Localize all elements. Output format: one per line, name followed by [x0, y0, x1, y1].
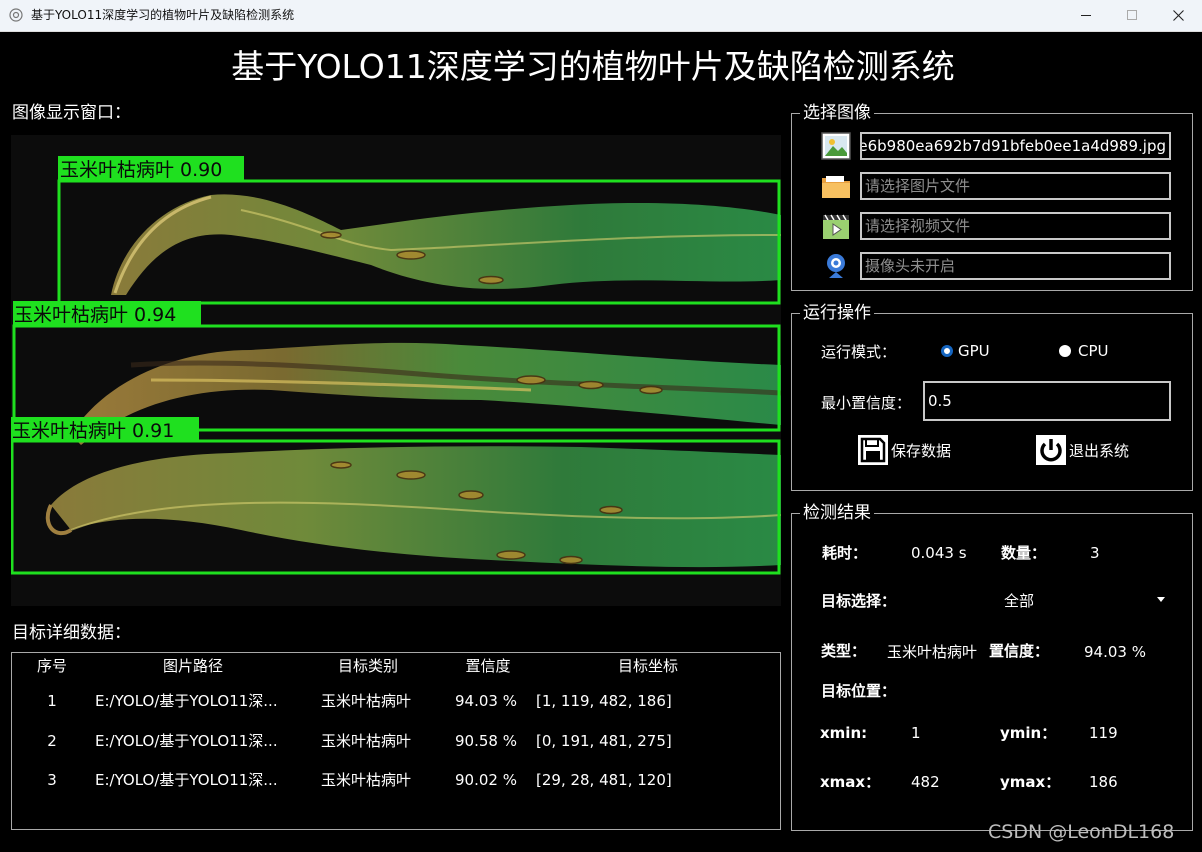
image-panel-label: 图像显示窗口： [12, 103, 131, 123]
confidence-value: 94.03 % [1084, 643, 1146, 661]
time-label: 耗时： [822, 544, 868, 562]
maximize-button[interactable] [1109, 0, 1155, 31]
window-titlebar: 基于YOLO11深度学习的植物叶片及缺陷检测系统 [0, 0, 1202, 32]
table-cell-class: 玉米叶枯病叶 [320, 692, 412, 710]
save-data-label: 保存数据 [891, 441, 952, 460]
detection-label-3: 玉米叶枯病叶 0.91 [12, 420, 174, 442]
window-title: 基于YOLO11深度学习的植物叶片及缺陷检测系统 [31, 8, 295, 22]
table-cell-index: 1 [47, 692, 57, 710]
table-cell-class: 玉米叶枯病叶 [320, 771, 412, 789]
exit-system-label: 退出系统 [1069, 441, 1130, 460]
xmin-label: xmin: [820, 724, 868, 742]
cpu-radio[interactable] [1059, 345, 1071, 357]
table-header-coords: 目标坐标 [617, 657, 679, 675]
page-title: 基于YOLO11深度学习的植物叶片及缺陷检测系统 [231, 47, 955, 86]
run-mode-label: 运行模式： [821, 343, 897, 361]
table-cell-index: 2 [47, 732, 57, 750]
exit-system-button[interactable]: 退出系统 [1035, 434, 1129, 466]
watermark: CSDN @LeonDL168 [988, 821, 1175, 843]
video-icon[interactable] [821, 211, 851, 241]
leaf-1 [111, 194, 781, 295]
table-header-class: 目标类别 [337, 657, 399, 675]
target-select-label: 目标选择： [821, 592, 897, 610]
table-header-confidence: 置信度 [465, 657, 511, 675]
table-cell-coords: [29, 28, 481, 120] [536, 771, 672, 789]
table-cell-confidence: 90.58 % [455, 732, 517, 750]
xmax-label: xmax： [820, 773, 881, 791]
ymax-value: 186 [1089, 773, 1118, 791]
minimize-button[interactable] [1063, 0, 1109, 31]
time-value: 0.043 s [911, 544, 967, 562]
run-ops-title: 运行操作 [800, 303, 874, 323]
table-cell-coords: [0, 191, 481, 275] [536, 732, 672, 750]
table-cell-coords: [1, 119, 482, 186] [536, 692, 672, 710]
table-header-path: 图片路径 [162, 657, 224, 675]
confidence-label: 置信度： [989, 642, 1050, 660]
table-header-index: 序号 [36, 657, 68, 675]
result-title: 检测结果 [800, 503, 874, 523]
save-data-button[interactable]: 保存数据 [857, 434, 951, 466]
gpu-radio[interactable] [941, 345, 953, 357]
type-value: 玉米叶枯病叶 [887, 643, 978, 661]
camera-field[interactable]: 摄像头未开启 [860, 252, 1171, 280]
image-folder-field[interactable]: 请选择图片文件 [860, 172, 1171, 200]
close-button[interactable] [1155, 0, 1201, 31]
folder-icon[interactable] [821, 171, 851, 201]
target-select[interactable]: 全部 [1004, 592, 1034, 610]
xmin-value: 1 [911, 724, 921, 742]
count-label: 数量： [1001, 544, 1047, 562]
table-cell-class: 玉米叶枯病叶 [320, 732, 412, 750]
table-cell-path: E:/YOLO/基于YOLO11深... [95, 732, 278, 750]
table-cell-index: 3 [47, 771, 57, 789]
video-file-field[interactable]: 请选择视频文件 [860, 212, 1171, 240]
ymax-label: ymax： [1000, 773, 1061, 791]
image-file-field[interactable]: 2e6b980ea692b7d91bfeb0ee1a4d989.jpg [860, 132, 1171, 160]
image-display: 玉米叶枯病叶 0.90 玉米叶枯病叶 0.94 玉米叶枯病叶 0.91 [11, 135, 781, 606]
detection-label-1: 玉米叶枯病叶 0.90 [60, 159, 222, 181]
count-value: 3 [1090, 544, 1100, 562]
detection-label-2: 玉米叶枯病叶 0.94 [14, 304, 176, 326]
app-icon [9, 8, 23, 22]
table-cell-path: E:/YOLO/基于YOLO11深... [95, 771, 278, 789]
camera-icon[interactable] [821, 251, 851, 281]
close-icon [1172, 10, 1184, 21]
ymin-label: ymin： [1000, 724, 1057, 742]
table-cell-confidence: 94.03 % [455, 692, 517, 710]
xmax-value: 482 [911, 773, 940, 791]
cpu-radio-label[interactable]: CPU [1078, 342, 1109, 360]
result-table[interactable]: 序号 图片路径 目标类别 置信度 目标坐标 1 E:/YOLO/基于YOLO11… [11, 652, 781, 830]
min-confidence-label: 最小置信度： [821, 394, 912, 412]
ymin-value: 119 [1089, 724, 1118, 742]
minimize-icon [1080, 15, 1091, 16]
power-icon [1036, 435, 1066, 465]
leaf-image: 玉米叶枯病叶 0.90 玉米叶枯病叶 0.94 玉米叶枯病叶 0.91 [11, 156, 781, 575]
table-cell-confidence: 90.02 % [455, 771, 517, 789]
min-confidence-input[interactable]: 0.5 [923, 381, 1171, 421]
target-position-label: 目标位置： [821, 682, 897, 700]
table-label: 目标详细数据： [12, 623, 131, 643]
chevron-down-icon[interactable] [1157, 597, 1165, 602]
image-file-icon[interactable] [821, 131, 851, 161]
save-icon [858, 435, 888, 465]
type-label: 类型： [821, 642, 867, 660]
maximize-icon [1126, 10, 1137, 20]
gpu-radio-label[interactable]: GPU [958, 342, 990, 360]
table-cell-path: E:/YOLO/基于YOLO11深... [95, 692, 278, 710]
select-image-title: 选择图像 [800, 103, 874, 123]
